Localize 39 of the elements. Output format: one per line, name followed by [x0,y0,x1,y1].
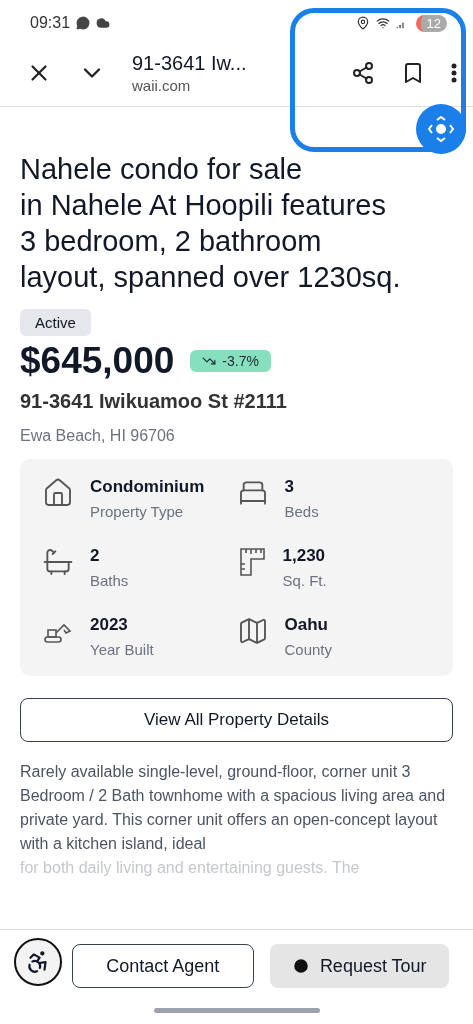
navigation-button[interactable] [416,104,466,154]
more-icon [451,63,457,83]
detail-label: Baths [90,572,129,589]
bathtub-icon [42,546,74,578]
share-icon [351,61,375,85]
detail-label: Property Type [90,503,185,520]
house-icon [42,477,74,509]
battery-indicator: 12 [415,14,447,32]
detail-label: Year Built [90,641,154,658]
listing-heading: Nahele condo for sale in Nahele At Hoopili features 3 bedroom, 2 bathroom layout, spanned over 1230sq. [20,152,402,295]
detail-label: County [284,641,333,658]
description-faded-text: for both daily living and entertaining guests. The [20,858,361,878]
page-title: 91-3641 Iw... [132,52,248,75]
status-badge: Active [20,309,91,336]
status-time: 09:31 [30,14,71,32]
contact-agent-button[interactable]: Contact Agent [72,944,254,988]
chat-icon [76,16,91,30]
more-button[interactable] [451,63,457,83]
price-change-badge: -3.7% [190,350,271,372]
detail-value: 2023 [90,615,129,635]
location-icon [355,16,370,30]
detail-value: 3 [284,477,295,497]
detail-label: Sq. Ft. [282,572,327,589]
street-address: 91-3641 Iwikuamoo St #2111 [20,390,288,413]
detail-value: Oahu [284,615,329,635]
detail-value: Condominium [90,477,205,497]
detail-label: Beds [284,503,319,520]
detail-value: 1,230 [282,546,327,566]
request-tour-button[interactable]: Request Tour [269,944,449,988]
cloud-icon [96,16,111,30]
page-url: waii.com [132,77,192,94]
wifi-icon [375,16,390,30]
price: $645,000 [20,340,175,382]
description-text: Rarely available single-level, ground-floor, corner unit 3 Bedroom / 2 Bath townhome with a spacious living area and private yard. This corner unit offers an open-concept layout with a kitchen island, ideal [20,762,447,854]
share-button[interactable] [351,61,375,85]
city-address: Ewa Beach, HI 96706 [20,427,176,445]
detail-value: 2 [90,546,101,566]
view-details-button[interactable]: View All Property Details [20,698,453,742]
move-gear-icon [426,114,456,144]
